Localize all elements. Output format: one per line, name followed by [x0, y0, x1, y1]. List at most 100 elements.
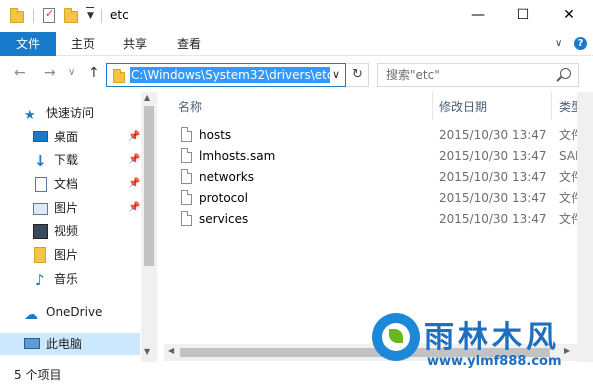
file-icon [181, 169, 192, 184]
back-button[interactable]: ← [14, 65, 26, 81]
picture-icon [33, 203, 48, 215]
scroll-left-icon[interactable]: ◀ [168, 346, 174, 355]
sidebar-item-label: 视频 [54, 224, 79, 238]
title-bar: ▼ etc — ☐ ✕ [0, 0, 593, 32]
up-button[interactable]: ↑ [88, 65, 100, 81]
file-icon [181, 190, 192, 205]
column-divider[interactable] [551, 92, 552, 120]
window-title: etc [110, 8, 129, 22]
file-row[interactable]: networks 2015/10/30 13:47 文件 [164, 167, 593, 188]
folder-icon [34, 247, 46, 263]
minimize-button[interactable]: — [455, 0, 501, 30]
sidebar-item-label: 此电脑 [46, 337, 83, 351]
forward-button[interactable]: → [44, 65, 56, 81]
file-name: lmhosts.sam [199, 149, 276, 163]
navigation-bar: ← → ∨ ↑ C:\Windows\System32\drivers\etc … [0, 56, 593, 92]
file-row[interactable]: protocol 2015/10/30 13:47 文件 [164, 188, 593, 209]
sidebar-item-documents[interactable]: 文档 📌 [0, 173, 140, 195]
star-icon: ★ [24, 108, 36, 123]
file-name: protocol [199, 191, 248, 205]
sidebar-item-label: 快速访问 [46, 106, 95, 120]
navigation-pane: ★ 快速访问 桌面 📌 ↓ 下载 📌 文档 📌 图片 📌 视频 图片 ♪ 音乐 … [0, 92, 157, 362]
sidebar-item-onedrive[interactable]: ☁ OneDrive [0, 301, 140, 323]
address-text[interactable]: C:\Windows\System32\drivers\etc [130, 67, 330, 83]
sidebar-item-pictures[interactable]: 图片 📌 [0, 197, 140, 219]
video-icon [33, 224, 48, 239]
sidebar-item-label: OneDrive [46, 305, 103, 319]
file-list-scrollbar[interactable] [577, 92, 593, 362]
folder-icon [10, 7, 24, 23]
sidebar-scrollbar[interactable]: ▲ ▼ [141, 92, 157, 362]
column-header-name[interactable]: 名称 [178, 98, 202, 115]
watermark-logo-icon [372, 313, 420, 361]
scroll-right-icon[interactable]: ▶ [564, 346, 570, 355]
close-button[interactable]: ✕ [546, 0, 592, 30]
separator [101, 9, 102, 23]
scroll-down-icon[interactable]: ▼ [144, 347, 150, 356]
search-icon[interactable] [560, 68, 571, 79]
file-icon [181, 148, 192, 163]
file-date: 2015/10/30 13:47 [439, 149, 547, 163]
search-box[interactable] [377, 63, 579, 87]
column-divider[interactable] [432, 92, 433, 120]
pin-icon: 📌 [128, 154, 141, 165]
file-date: 2015/10/30 13:47 [439, 128, 547, 142]
sidebar-item-label: 下载 [54, 153, 79, 167]
tab-file[interactable]: 文件 [0, 32, 56, 56]
desktop-icon [33, 131, 48, 142]
tab-view[interactable]: 查看 [177, 32, 201, 56]
file-name: services [199, 212, 249, 226]
sidebar-item-desktop[interactable]: 桌面 📌 [0, 126, 140, 148]
tab-share[interactable]: 共享 [123, 32, 147, 56]
watermark-url: www.ylmf888.com [427, 354, 562, 369]
separator [33, 9, 34, 23]
watermark-title: 雨林木风 [424, 320, 560, 355]
music-icon: ♪ [35, 271, 45, 289]
sidebar-item-music[interactable]: ♪ 音乐 [0, 268, 140, 290]
sidebar-item-pictures-folder[interactable]: 图片 [0, 244, 140, 266]
maximize-button[interactable]: ☐ [500, 0, 546, 30]
file-date: 2015/10/30 13:47 [439, 170, 547, 184]
pin-icon: 📌 [128, 131, 141, 142]
tab-home[interactable]: 主页 [71, 32, 95, 56]
file-row[interactable]: lmhosts.sam 2015/10/30 13:47 SAM 文 [164, 146, 593, 167]
address-bar[interactable]: C:\Windows\System32\drivers\etc ∨ [106, 63, 346, 87]
sidebar-item-label: 图片 [54, 248, 79, 262]
refresh-button[interactable]: ↻ [347, 63, 369, 87]
sidebar-item-this-pc[interactable]: 此电脑 [0, 333, 140, 355]
cloud-icon: ☁ [24, 307, 38, 323]
sidebar-item-label: 桌面 [54, 130, 79, 144]
file-date: 2015/10/30 13:47 [439, 212, 547, 226]
pin-icon: 📌 [128, 202, 141, 213]
recent-locations-button[interactable]: ∨ [68, 67, 75, 78]
download-icon: ↓ [34, 152, 47, 170]
file-icon [181, 127, 192, 142]
file-name: networks [199, 170, 254, 184]
pin-icon: 📌 [128, 178, 141, 189]
file-icon [181, 211, 192, 226]
new-folder-icon[interactable] [64, 7, 78, 23]
file-row[interactable]: hosts 2015/10/30 13:47 文件 [164, 125, 593, 146]
sidebar-item-label: 音乐 [54, 272, 79, 286]
document-icon [35, 177, 47, 192]
file-name: hosts [199, 128, 232, 142]
file-row[interactable]: services 2015/10/30 13:47 文件 [164, 209, 593, 230]
search-input[interactable] [386, 67, 546, 83]
column-header-row: 名称 修改日期 类型 [164, 92, 593, 120]
expand-ribbon-icon[interactable]: ∨ [555, 38, 562, 49]
sidebar-item-videos[interactable]: 视频 [0, 220, 140, 242]
address-dropdown-button[interactable]: ∨ [332, 68, 340, 81]
sidebar-item-label: 文档 [54, 177, 79, 191]
sidebar-item-downloads[interactable]: ↓ 下载 📌 [0, 149, 140, 171]
ribbon-tabs: 文件 主页 共享 查看 ∨ ? [0, 32, 593, 56]
quick-access-dropdown-icon[interactable]: ▼ [86, 7, 94, 21]
sidebar-item-quick-access[interactable]: ★ 快速访问 [0, 102, 140, 124]
computer-icon [24, 338, 40, 349]
sidebar-item-label: 图片 [54, 201, 79, 215]
scrollbar-thumb[interactable] [144, 106, 154, 266]
column-header-date[interactable]: 修改日期 [439, 98, 487, 115]
scroll-up-icon[interactable]: ▲ [144, 93, 150, 102]
help-icon[interactable]: ? [574, 37, 587, 50]
properties-icon[interactable] [43, 7, 57, 23]
file-date: 2015/10/30 13:47 [439, 191, 547, 205]
